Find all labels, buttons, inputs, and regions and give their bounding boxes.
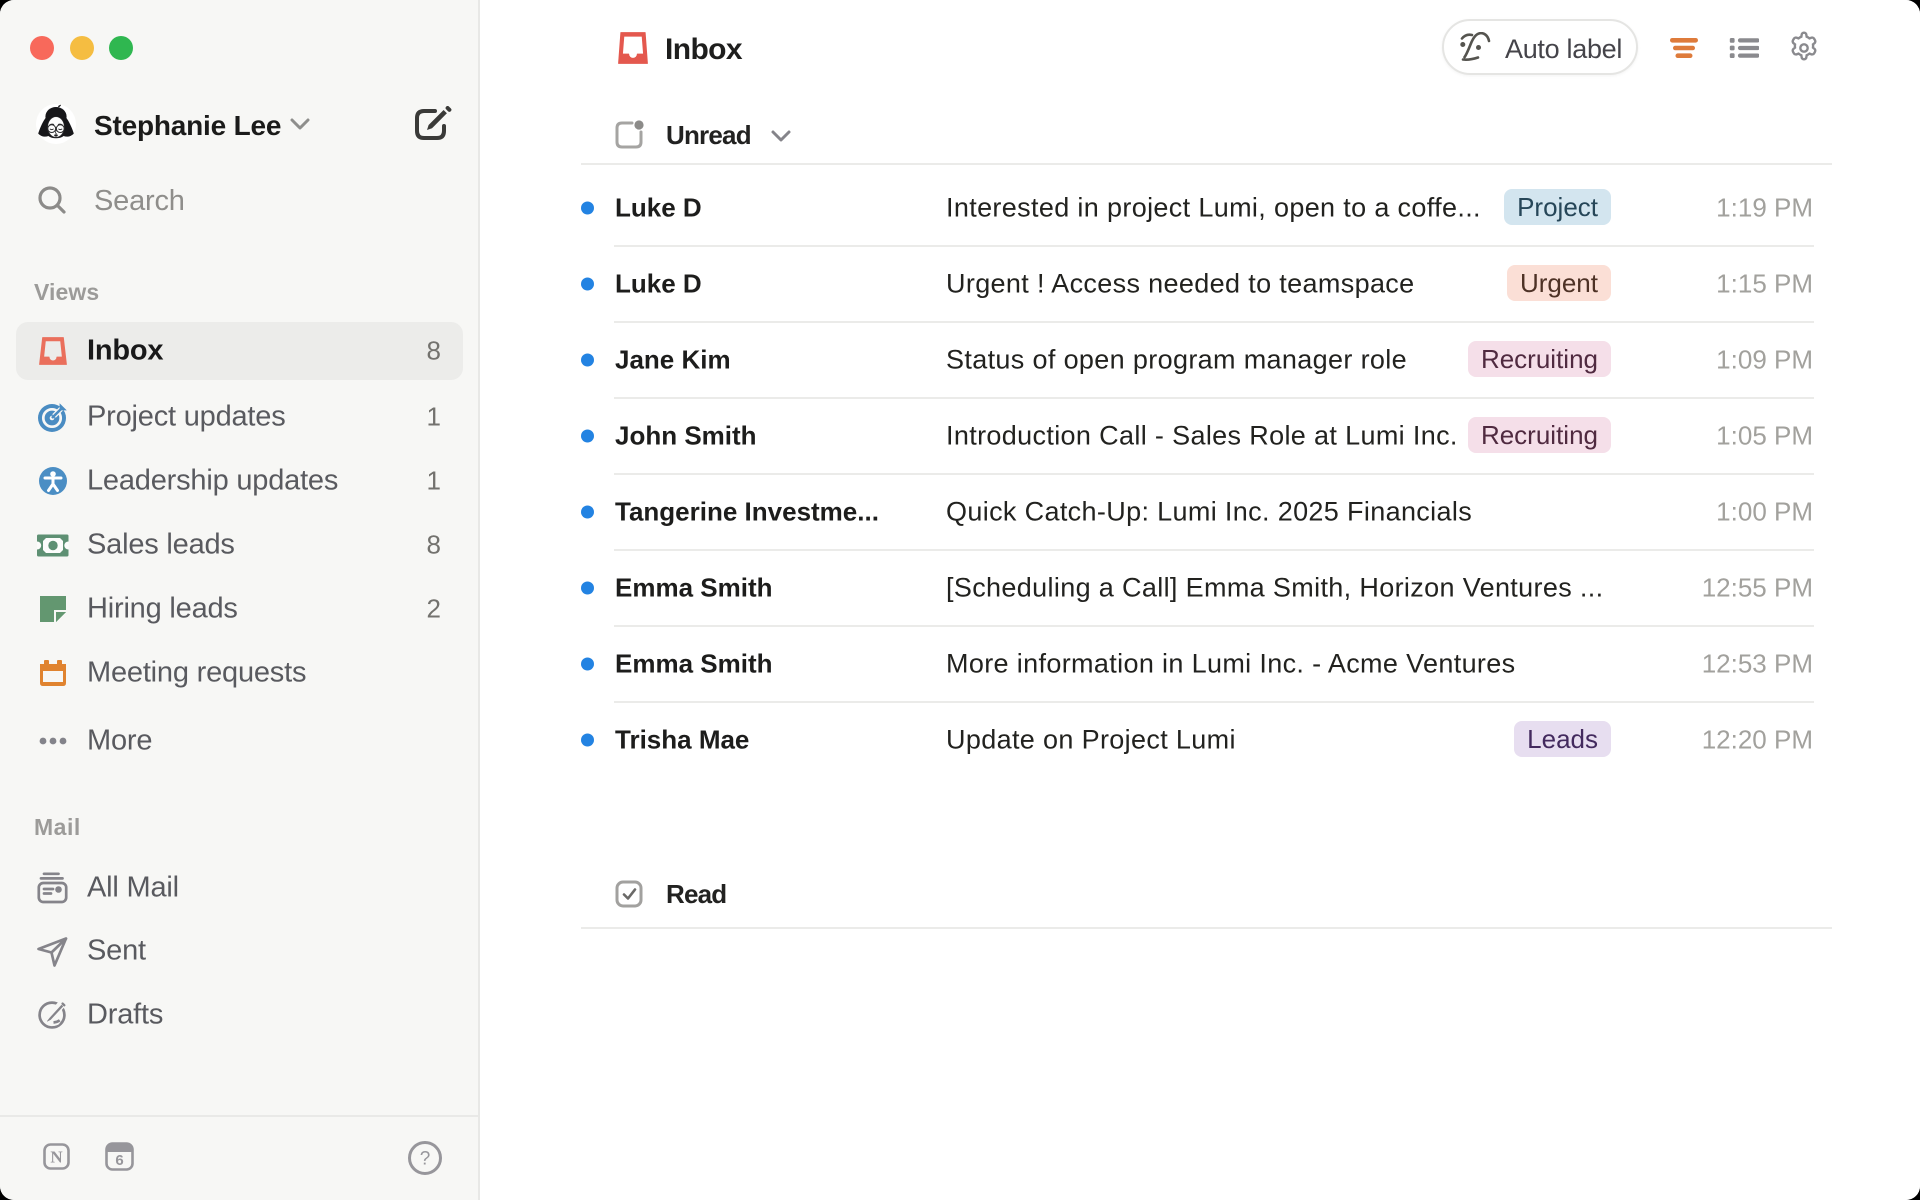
svg-text:N: N xyxy=(50,1148,63,1167)
svg-text:?: ? xyxy=(420,1149,431,1170)
svg-text:6: 6 xyxy=(115,1152,123,1169)
